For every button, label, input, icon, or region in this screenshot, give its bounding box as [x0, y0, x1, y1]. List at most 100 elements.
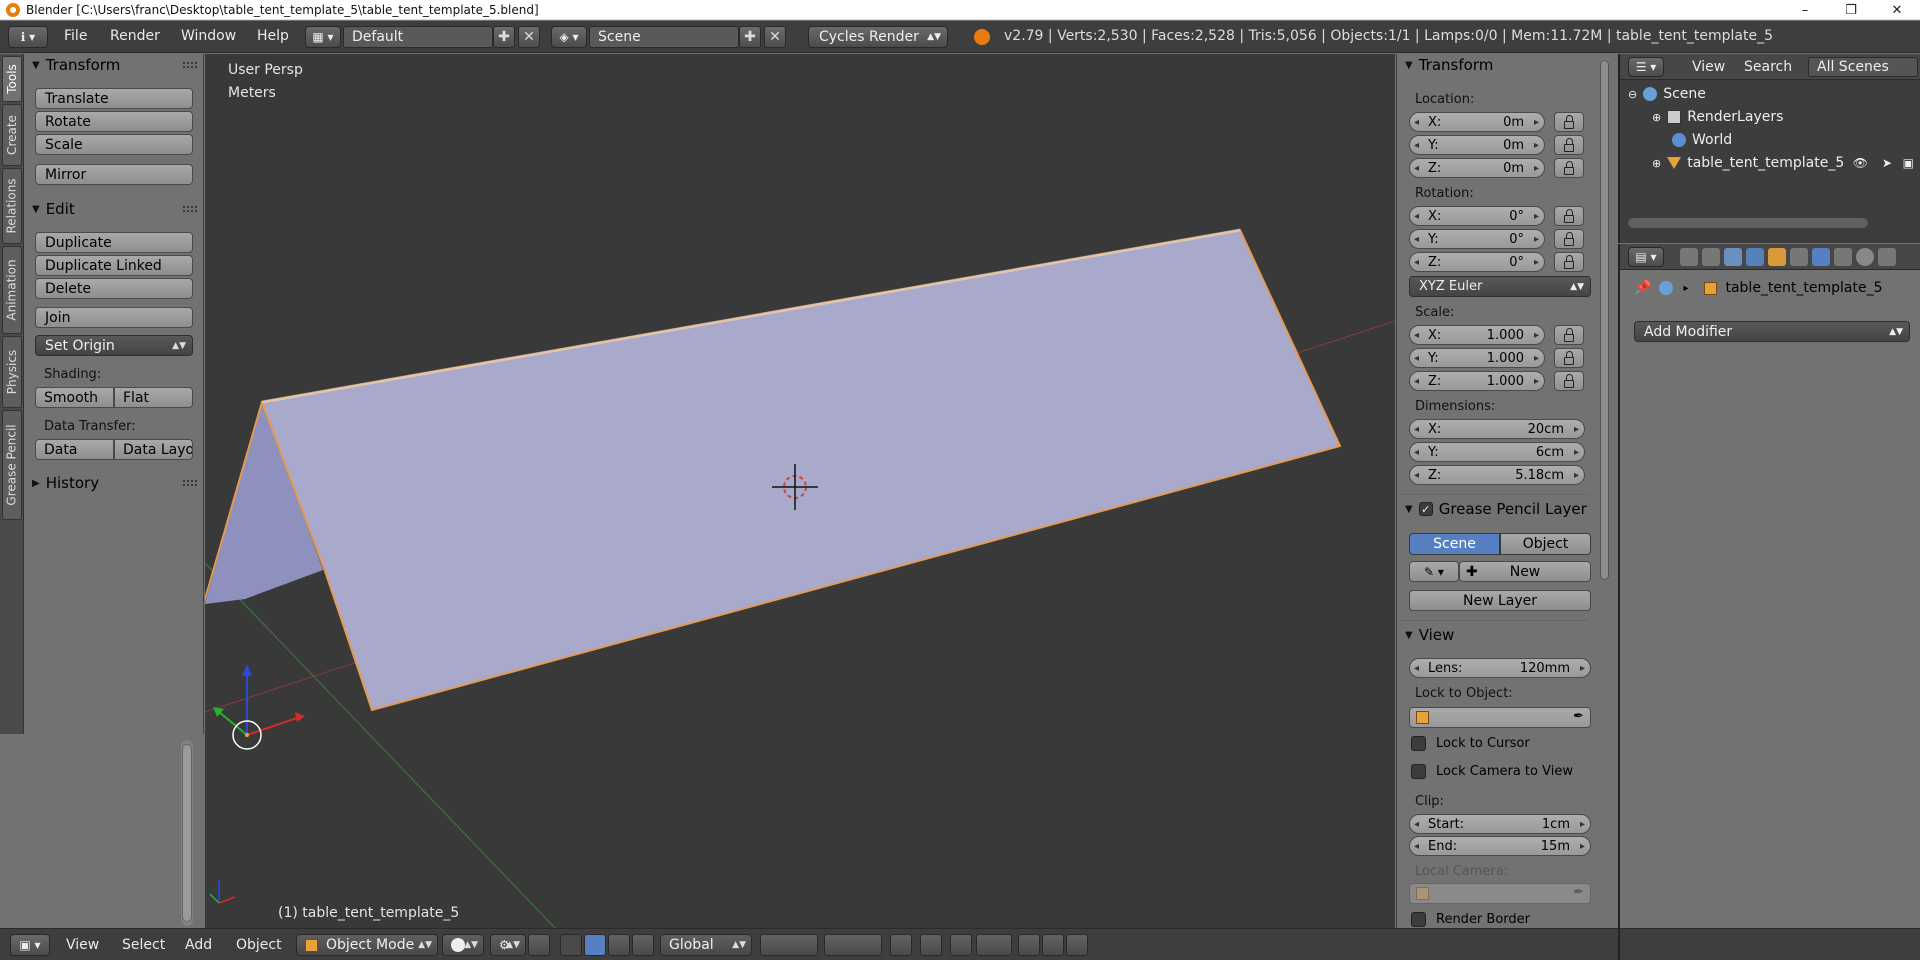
n-transform-header[interactable]: ▼ Transform	[1397, 54, 1596, 76]
outliner-scrollbar[interactable]	[1628, 218, 1868, 228]
proportional-editing-icon[interactable]	[920, 934, 942, 956]
n-view-header[interactable]: ▼ View	[1397, 624, 1596, 646]
checkbox-box[interactable]	[1411, 736, 1426, 751]
add-scene-icon[interactable]: ✚	[739, 26, 761, 48]
transform-orientation-dropdown[interactable]: Global ▲▼	[660, 934, 752, 956]
menu-add[interactable]: Add	[185, 937, 212, 953]
add-screen-icon[interactable]: ✚	[493, 26, 515, 48]
scrollbar-thumb[interactable]	[182, 744, 192, 922]
menu-window[interactable]: Window	[181, 28, 236, 44]
rotate-manipulator-icon[interactable]	[608, 934, 630, 956]
delete-button[interactable]: Delete	[35, 278, 193, 299]
manipulator-toggle-icon[interactable]	[528, 934, 550, 956]
location-z-field[interactable]: Z:0m	[1409, 158, 1545, 178]
menu-file[interactable]: File	[64, 28, 87, 44]
tab-animation[interactable]: Animation	[2, 246, 22, 334]
drag-grip-icon[interactable]	[183, 62, 197, 68]
scene-tab-icon[interactable]	[1724, 248, 1742, 266]
tool-shelf-scrollbar[interactable]	[181, 740, 193, 926]
dimensions-x-field[interactable]: X:20cm	[1409, 419, 1585, 439]
scale-z-field[interactable]: Z:1.000	[1409, 371, 1545, 391]
menu-help[interactable]: Help	[257, 28, 289, 44]
render-tab-icon[interactable]	[1680, 248, 1698, 266]
grease-pencil-checkbox[interactable]: ✓	[1418, 502, 1433, 516]
pencil-icon[interactable]: ✎ ▾	[1409, 561, 1459, 582]
scrollbar-thumb[interactable]	[1600, 60, 1609, 580]
rotation-x-field[interactable]: X:0°	[1409, 206, 1545, 226]
data-layout-button[interactable]: Data Layo	[114, 439, 193, 460]
menu-view[interactable]: View	[66, 937, 99, 953]
location-y-field[interactable]: Y:0m	[1409, 135, 1545, 155]
screen-layout-icon[interactable]: ▦ ▾	[305, 26, 341, 48]
tab-tools[interactable]: Tools	[2, 56, 22, 102]
layers-grid-1-icon[interactable]	[760, 934, 818, 956]
dimensions-y-field[interactable]: Y:6cm	[1409, 442, 1585, 462]
gp-new-button[interactable]: ✚ New	[1459, 561, 1591, 582]
pin-icon[interactable]: 📌	[1634, 280, 1651, 296]
lock-location-y-icon[interactable]	[1554, 135, 1584, 155]
delete-scene-icon[interactable]: ✕	[764, 26, 786, 48]
translate-manipulator-icon[interactable]	[560, 934, 582, 956]
viewport-shading-dropdown[interactable]: ▲▼	[442, 934, 484, 956]
expand-icon[interactable]: ⊕	[1652, 157, 1661, 170]
dimensions-z-field[interactable]: Z:5.18cm	[1409, 465, 1585, 485]
set-origin-dropdown[interactable]: Set Origin ▲▼	[35, 335, 193, 356]
location-x-field[interactable]: X:0m	[1409, 112, 1545, 132]
gp-new-layer-button[interactable]: New Layer	[1409, 590, 1591, 611]
collapse-icon[interactable]: ⊖	[1628, 88, 1637, 101]
tab-grease-pencil[interactable]: Grease Pencil	[2, 410, 22, 520]
opengl-render-animation-icon[interactable]	[1042, 934, 1064, 956]
object-tab-icon[interactable]	[1768, 248, 1786, 266]
texture-tab-icon[interactable]	[1878, 248, 1896, 266]
join-button[interactable]: Join	[35, 307, 193, 328]
interaction-mode-dropdown[interactable]: Object Mode ▲▼	[296, 934, 438, 956]
edit-panel-header[interactable]: ▼ Edit	[24, 198, 203, 220]
viewport-canvas[interactable]	[205, 54, 1395, 928]
editor-type-3dview-button[interactable]: ▣ ▾	[10, 934, 50, 956]
drag-grip-icon[interactable]	[183, 480, 197, 486]
lock-scale-y-icon[interactable]	[1554, 348, 1584, 368]
screen-layout-field[interactable]: Default	[343, 26, 493, 48]
editor-type-outliner-button[interactable]: ☰ ▾	[1628, 57, 1664, 77]
outliner-row-object[interactable]: ⊕ table_tent_template_5 👁 ➤ ▣	[1620, 152, 1920, 174]
outliner-row-renderlayers[interactable]: ⊕ RenderLayers	[1620, 106, 1920, 128]
editor-type-info-button[interactable]: ℹ ▾	[8, 26, 48, 48]
lock-rotation-y-icon[interactable]	[1554, 229, 1584, 249]
gp-scene-tab[interactable]: Scene	[1409, 533, 1500, 555]
lock-rotation-z-icon[interactable]	[1554, 252, 1584, 272]
outliner-menu-view[interactable]: View	[1692, 59, 1725, 75]
scale-button[interactable]: Scale	[35, 134, 193, 155]
selectable-cursor-icon[interactable]: ➤	[1882, 156, 1892, 170]
drag-grip-icon[interactable]	[183, 206, 197, 212]
tab-relations[interactable]: Relations	[2, 168, 22, 244]
lock-layers-icon[interactable]	[890, 934, 912, 956]
lock-location-x-icon[interactable]	[1554, 112, 1584, 132]
flat-button[interactable]: Flat	[114, 387, 193, 408]
clip-end-field[interactable]: End:15m	[1409, 836, 1591, 856]
render-engine-dropdown[interactable]: Cycles Render ▲▼	[808, 26, 948, 48]
scale-x-field[interactable]: X:1.000	[1409, 325, 1545, 345]
smooth-button[interactable]: Smooth	[35, 387, 114, 408]
pivot-point-dropdown[interactable]: ⚙ ▲▼	[490, 934, 526, 956]
eyedropper-icon[interactable]: ✒	[1573, 709, 1584, 724]
translate-arrow-icon[interactable]	[584, 934, 606, 956]
duplicate-linked-button[interactable]: Duplicate Linked	[35, 255, 193, 276]
clip-start-field[interactable]: Start:1cm	[1409, 814, 1591, 834]
clapperboard-icon[interactable]	[1066, 934, 1088, 956]
lock-to-cursor-checkbox[interactable]: Lock to Cursor	[1411, 736, 1530, 751]
constraints-tab-icon[interactable]	[1790, 248, 1808, 266]
menu-object[interactable]: Object	[236, 937, 282, 953]
lock-location-z-icon[interactable]	[1554, 158, 1584, 178]
delete-screen-icon[interactable]: ✕	[518, 26, 540, 48]
render-border-checkbox[interactable]: Render Border	[1411, 912, 1530, 927]
transform-panel-header[interactable]: ▼ Transform	[24, 54, 203, 76]
duplicate-button[interactable]: Duplicate	[35, 232, 193, 253]
layers-grid-2-icon[interactable]	[824, 934, 882, 956]
editor-type-properties-button[interactable]: ▤ ▾	[1628, 247, 1664, 267]
scene-field[interactable]: Scene	[589, 26, 739, 48]
lens-field[interactable]: Lens:120mm	[1409, 658, 1591, 678]
history-panel-header[interactable]: ▶ History	[24, 472, 203, 494]
world-tab-icon[interactable]	[1746, 248, 1764, 266]
3d-viewport[interactable]: User Persp Meters (1) table_tent_templat…	[205, 54, 1395, 928]
tab-create[interactable]: Create	[2, 104, 22, 166]
